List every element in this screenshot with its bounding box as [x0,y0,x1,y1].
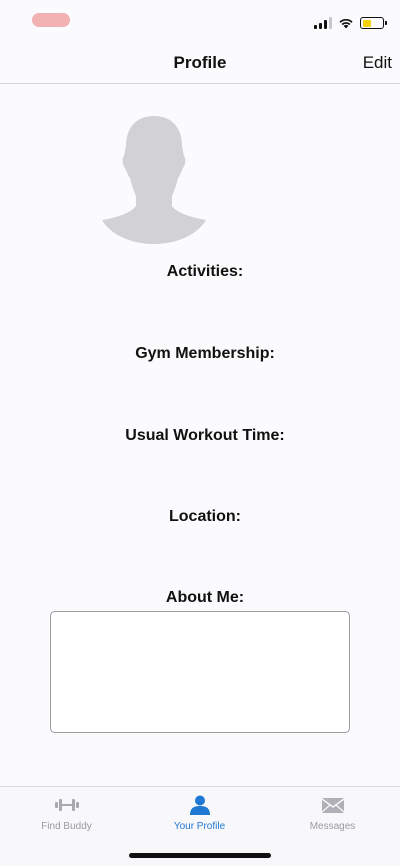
navigation-bar: Profile Edit [0,44,400,84]
page-title: Profile [173,53,227,72]
edit-button[interactable]: Edit [363,53,392,73]
workout-time-label: Usual Workout Time: [125,427,285,444]
about-me-label: About Me: [165,589,245,606]
screen-recording-indicator [32,13,70,27]
status-bar [0,0,400,44]
battery-level [362,19,372,27]
activities-label: Activities: [166,263,244,280]
tab-your-profile-label: Your Profile [173,821,226,832]
wifi-icon [339,18,353,29]
envelope-icon [321,798,344,813]
location-label: Location: [169,508,241,525]
dumbbell-icon [54,799,79,811]
tab-messages-label: Messages [309,821,356,832]
gym-membership-label: Gym Membership: [135,345,275,362]
person-icon [189,795,210,815]
tab-messages[interactable]: Messages [266,795,399,832]
status-icons [314,15,387,31]
about-me-textarea[interactable] [50,611,350,733]
tab-find-buddy[interactable]: Find Buddy [0,795,133,832]
tab-find-buddy-label: Find Buddy [41,821,92,832]
home-indicator [129,853,271,858]
battery-icon [360,17,387,29]
tab-your-profile[interactable]: Your Profile [133,795,266,832]
signal-icon [314,17,332,29]
avatar-placeholder-icon[interactable] [100,114,208,246]
